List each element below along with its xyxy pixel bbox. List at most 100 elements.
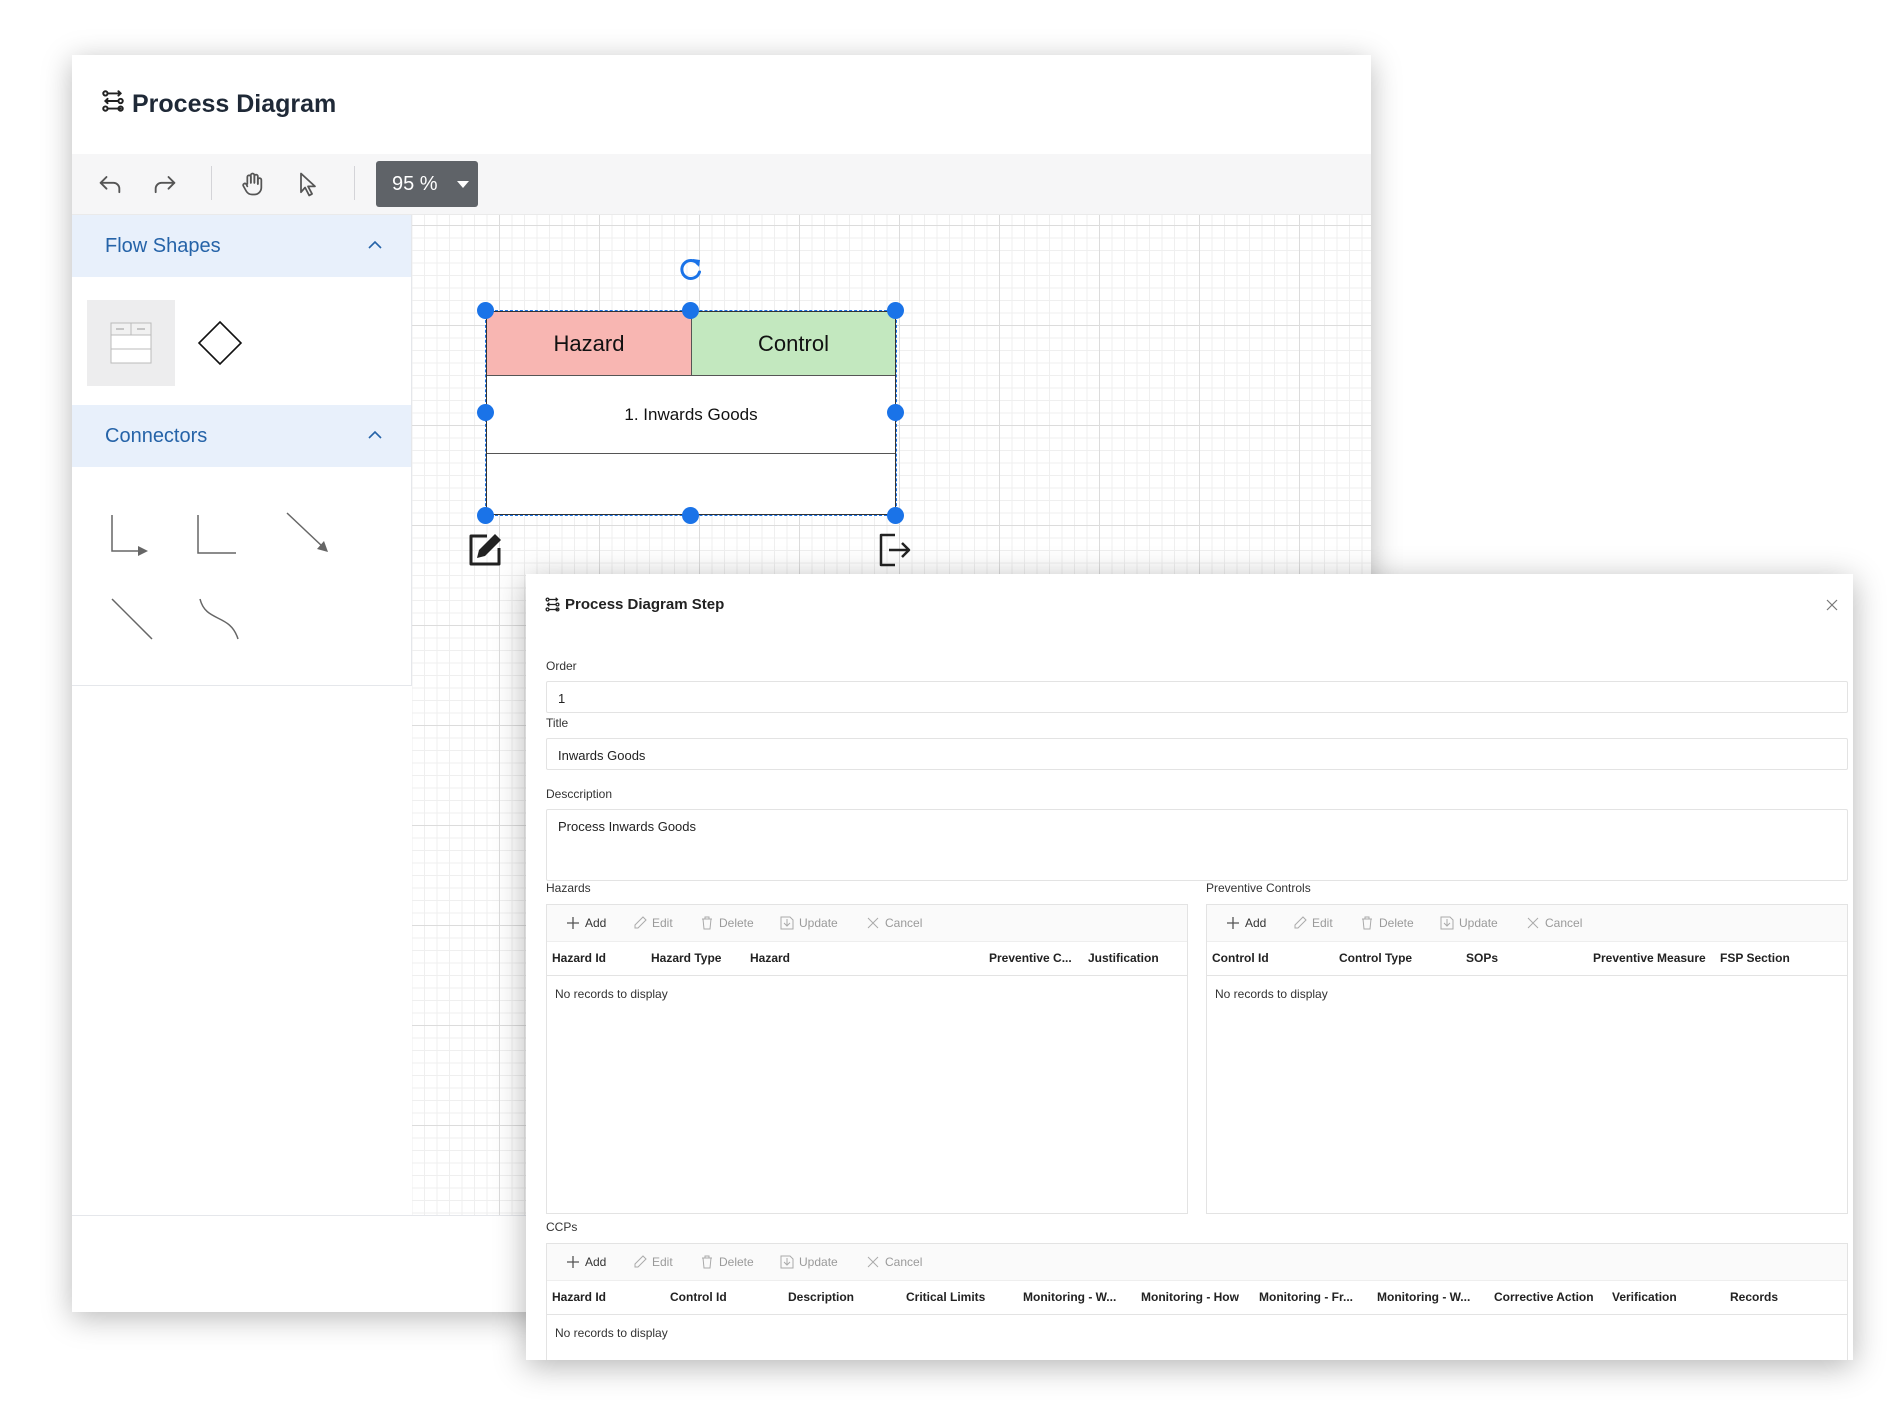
trash-icon [702,916,712,930]
exit-icon[interactable] [875,530,915,570]
rotate-icon[interactable] [677,255,705,283]
column-header[interactable]: Verification [1612,1290,1677,1304]
edit-icon[interactable] [465,530,505,570]
column-header[interactable]: Monitoring - How [1141,1290,1239,1304]
controls-add-button[interactable]: Add [1225,915,1266,931]
column-header[interactable]: Preventive C... [989,951,1072,965]
resize-handle-top-right[interactable] [887,302,904,319]
select-tool-button[interactable] [290,166,326,202]
resize-handle-top[interactable] [682,302,699,319]
trash-icon [1362,916,1372,930]
save-icon [780,916,794,930]
column-header[interactable]: Monitoring - Fr... [1259,1290,1353,1304]
flow-shapes-header[interactable]: Flow Shapes [72,215,411,277]
plus-icon [567,1256,579,1268]
column-header[interactable]: Hazard Id [552,1290,606,1304]
ccps-edit-button[interactable]: Edit [632,1254,673,1270]
column-header[interactable]: Critical Limits [906,1290,985,1304]
hazards-grid: Add Edit Delete Update Cancel Hazard Id … [546,904,1188,1214]
hazards-update-button[interactable]: Update [779,915,838,931]
column-header[interactable]: Corrective Action [1494,1290,1594,1304]
undo-button[interactable] [92,166,128,202]
process-icon [100,88,126,121]
title-label: Title [546,716,569,730]
controls-cancel-button[interactable]: Cancel [1525,915,1582,931]
resize-handle-bottom[interactable] [682,507,699,524]
column-header[interactable]: Hazard Id [552,951,606,965]
ccps-grid: Add Edit Delete Update Cancel Hazard Id … [546,1243,1848,1360]
resize-handle-bottom-left[interactable] [477,507,494,524]
column-header[interactable]: FSP Section [1720,951,1790,965]
column-header[interactable]: Monitoring - W... [1377,1290,1470,1304]
ccps-update-button[interactable]: Update [779,1254,838,1270]
ccps-add-button[interactable]: Add [565,1254,606,1270]
pencil-icon [1294,916,1307,929]
pan-tool-button[interactable] [234,166,270,202]
column-header[interactable]: Records [1730,1290,1778,1304]
process-step-node[interactable]: Hazard Control 1. Inwards Goods [486,311,896,515]
resize-handle-bottom-right[interactable] [887,507,904,524]
dialog-title-text: Process Diagram Step [565,596,725,613]
close-button[interactable] [1821,594,1843,616]
undo-icon [99,176,121,194]
diagram-toolbar: 95 % [72,154,1371,215]
trash-icon [702,1255,712,1269]
column-header[interactable]: Description [788,1290,854,1304]
hazards-grid-header: Hazard Id Hazard Type Hazard Preventive … [547,941,1187,976]
symbol-palette: Flow Shapes Connectors [72,215,412,686]
dialog-title: Process Diagram Step [544,596,724,613]
close-icon [1826,599,1838,611]
bezier-connector-icon[interactable] [192,593,248,649]
process-icon [545,597,560,612]
step-title-cell[interactable]: 1. Inwards Goods [487,376,895,454]
redo-button[interactable] [147,166,183,202]
zoom-dropdown[interactable]: 95 % [376,161,478,207]
decision-shape-item[interactable] [176,300,264,386]
hazards-delete-button[interactable]: Delete [699,915,754,931]
order-field[interactable]: 1 [546,681,1848,713]
hazards-edit-button[interactable]: Edit [632,915,673,931]
controls-update-button[interactable]: Update [1439,915,1498,931]
column-header[interactable]: SOPs [1466,951,1498,965]
straight-arrow-connector-icon[interactable] [282,507,338,563]
column-header[interactable]: Control Id [1212,951,1269,965]
resize-handle-top-left[interactable] [477,302,494,319]
description-textarea[interactable]: Process Inwards Goods [546,809,1848,881]
resize-handle-left[interactable] [477,404,494,421]
column-header[interactable]: Control Type [1339,951,1412,965]
pencil-icon [634,1255,647,1268]
ccps-cancel-button[interactable]: Cancel [865,1254,922,1270]
close-icon [867,917,879,929]
hazard-cell[interactable]: Hazard [487,312,692,376]
preventive-controls-label: Preventive Controls [1206,881,1311,895]
column-header[interactable]: Hazard [750,951,790,965]
hazards-add-button[interactable]: Add [565,915,606,931]
hazards-cancel-button[interactable]: Cancel [865,915,922,931]
straight-line-connector-icon[interactable] [106,593,162,649]
controls-edit-button[interactable]: Edit [1292,915,1333,931]
orthogonal-connector-icon[interactable] [192,507,248,563]
pointer-icon [300,172,316,197]
empty-message: No records to display [555,987,668,1001]
title-field[interactable]: Inwards Goods [546,738,1848,770]
hand-icon [242,172,263,196]
chevron-up-icon [368,240,382,249]
column-header[interactable]: Justification [1088,951,1159,965]
table-shape-item[interactable] [87,300,175,386]
controls-grid-header: Control Id Control Type SOPs Preventive … [1207,941,1847,976]
resize-handle-right[interactable] [887,404,904,421]
ccps-delete-button[interactable]: Delete [699,1254,754,1270]
column-header[interactable]: Control Id [670,1290,727,1304]
toolbar-divider [354,166,355,200]
controls-delete-button[interactable]: Delete [1359,915,1414,931]
column-header[interactable]: Monitoring - W... [1023,1290,1116,1304]
connectors-header[interactable]: Connectors [72,405,411,467]
control-cell[interactable]: Control [692,312,895,376]
column-header[interactable]: Hazard Type [651,951,721,965]
pencil-icon [634,916,647,929]
column-header[interactable]: Preventive Measure [1593,951,1706,965]
orthogonal-arrow-connector-icon[interactable] [106,507,162,563]
flow-shapes-label: Flow Shapes [105,234,221,257]
chevron-up-icon [368,430,382,439]
process-step-dialog: Process Diagram Step Order 1 Title Inwar… [526,574,1853,1360]
